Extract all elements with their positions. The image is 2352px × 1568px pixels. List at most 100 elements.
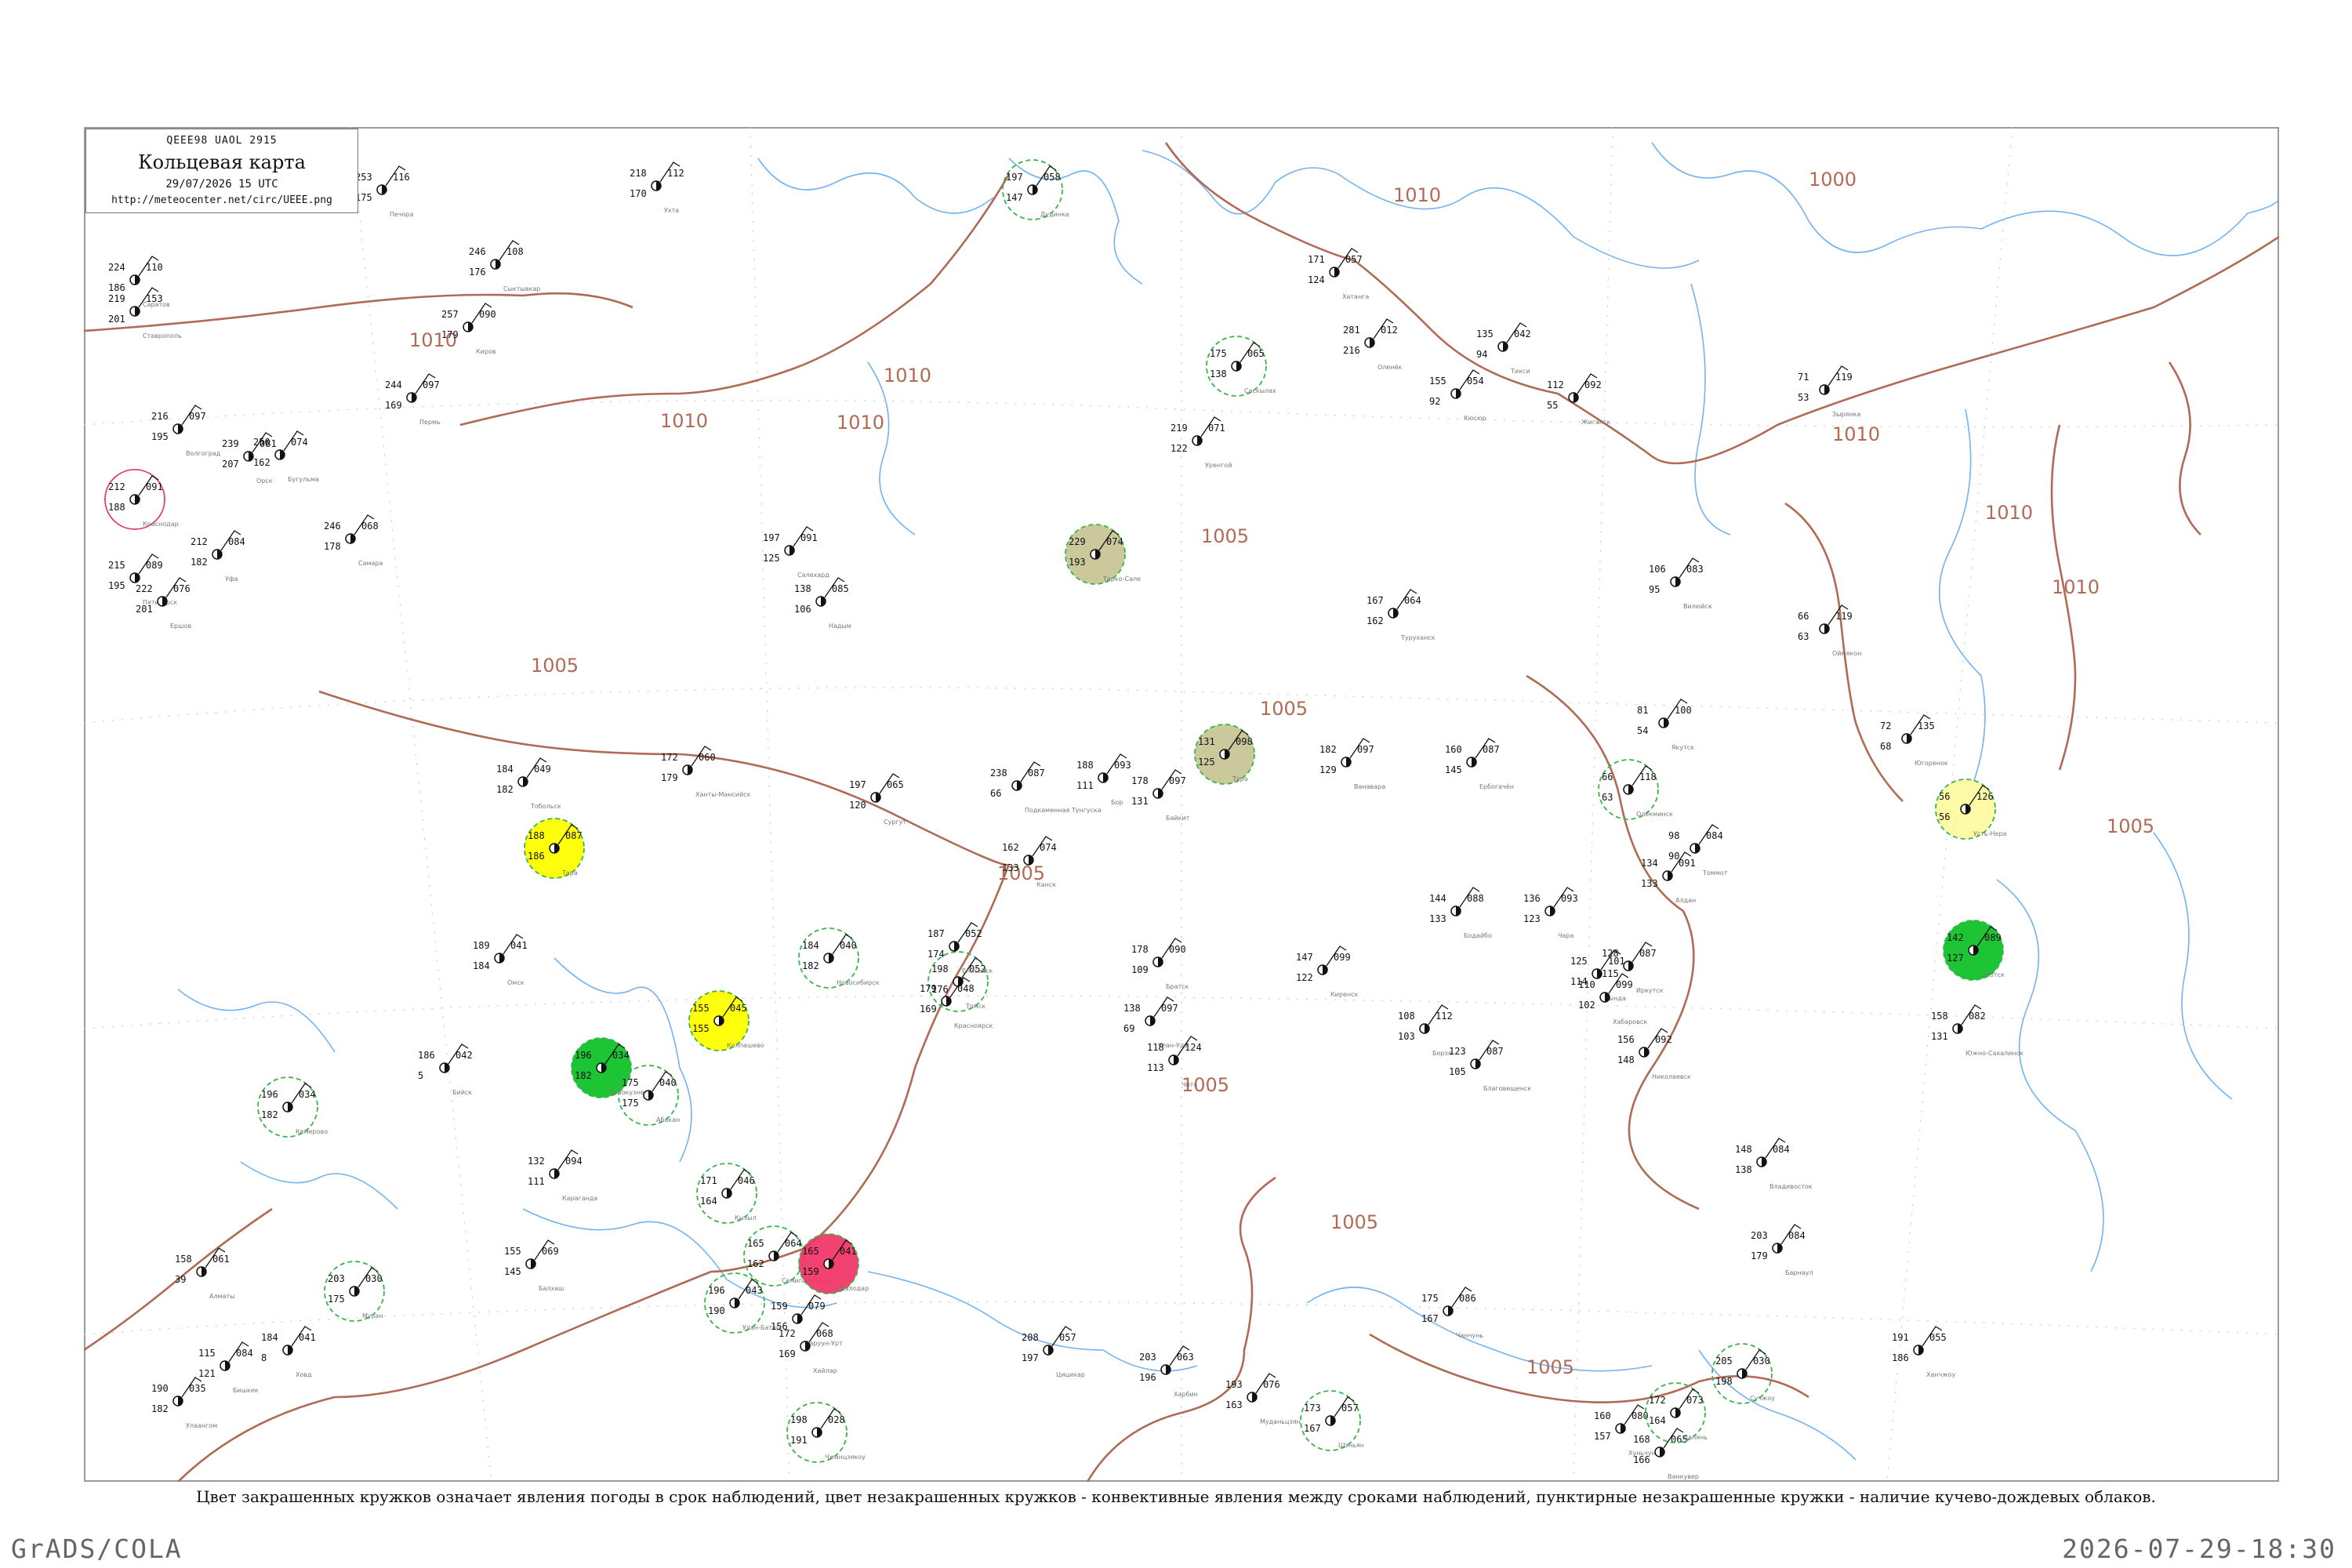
footer-software: GrADS/COLA <box>11 1534 183 1564</box>
station-name: Ховд <box>296 1371 312 1378</box>
station-18: 229 074 193 Тарко-Сале <box>1065 524 1141 585</box>
station-dewpoint: 53 <box>1798 392 1809 403</box>
station-temp: 178 <box>1131 944 1149 955</box>
station-pressure: 012 <box>1381 325 1398 336</box>
station-dewpoint: 111 <box>1076 780 1094 791</box>
station-temp: 218 <box>630 168 647 179</box>
station-pressure: 088 <box>1467 893 1484 904</box>
station-temp: 212 <box>191 536 208 547</box>
station-dewpoint: 155 <box>692 1023 710 1034</box>
map-title: Кольцевая карта <box>138 151 306 173</box>
station-temp: 66 <box>1602 771 1613 782</box>
station-temp: 229 <box>1069 536 1086 547</box>
station-pressure: 063 <box>1177 1352 1194 1363</box>
station-name: Ханчжоу <box>1926 1371 1955 1378</box>
station-dewpoint: 157 <box>1594 1431 1611 1442</box>
station-name: Бор <box>1111 799 1123 806</box>
station-dewpoint: 133 <box>1641 878 1658 889</box>
station-pressure: 087 <box>1483 744 1500 755</box>
legend-caption: Цвет закрашенных кружков означает явлени… <box>196 1487 2156 1506</box>
station-dewpoint: 125 <box>1198 757 1215 768</box>
station-temp: 197 <box>763 532 780 543</box>
station-pressure: 094 <box>565 1156 583 1167</box>
station-pressure: 126 <box>1976 791 1994 802</box>
station-dewpoint: 8 <box>261 1352 267 1363</box>
station-temp: 135 <box>1476 328 1494 339</box>
station-9: 250 074 162 Бугульма <box>253 430 319 483</box>
station-pressure: 041 <box>299 1332 316 1343</box>
isobar-label: 1010 <box>2052 576 2100 598</box>
station-temp: 216 <box>151 411 169 422</box>
station-dewpoint: 138 <box>1735 1164 1752 1175</box>
isobar-label: 1005 <box>1330 1211 1378 1233</box>
station-pressure: 087 <box>565 830 583 841</box>
station-pressure: 112 <box>1436 1011 1453 1022</box>
station-pressure: 100 <box>1675 705 1692 716</box>
station-dewpoint: 5 <box>418 1070 423 1081</box>
station-dewpoint: 175 <box>622 1098 639 1109</box>
station-temp: 186 <box>418 1050 435 1061</box>
station-pressure: 052 <box>965 928 982 939</box>
station-temp: 198 <box>790 1414 808 1425</box>
station-pressure: 119 <box>1835 611 1853 622</box>
station-name: Пермь <box>419 419 441 426</box>
station-19: 219 071 122 Уренгой <box>1171 416 1232 469</box>
station-dewpoint: 92 <box>1429 396 1440 407</box>
station-85: 159 079156Баруун-Урт <box>771 1294 843 1347</box>
station-temp: 110 <box>1578 979 1595 990</box>
station-temp: 189 <box>473 940 490 951</box>
station-temp: 168 <box>1633 1434 1650 1445</box>
station-dewpoint: 169 <box>779 1348 796 1359</box>
station-temp: 138 <box>794 583 811 594</box>
station-pressure: 064 <box>785 1238 802 1249</box>
station-dewpoint: 68 <box>1880 741 1891 752</box>
station-pressure: 135 <box>1918 720 1935 731</box>
station-temp: 115 <box>198 1348 216 1359</box>
station-name: Ершов <box>170 622 191 630</box>
station-name: Охотск <box>1981 971 2005 978</box>
station-pressure: 058 <box>1044 172 1061 183</box>
station-pressure: 074 <box>291 437 308 448</box>
station-dewpoint: 133 <box>1002 862 1019 873</box>
station-23: 281 012 216 Оленёк <box>1343 318 1402 371</box>
station-pressure: 097 <box>189 411 206 422</box>
station-77: 132 094 111 Караганда <box>528 1149 597 1202</box>
station-dewpoint: 193 <box>1069 557 1086 568</box>
station-pressure: 057 <box>1345 254 1363 265</box>
station-temp: 196 <box>708 1285 725 1296</box>
station-temp: 190 <box>151 1383 169 1394</box>
station-pressure: 065 <box>887 779 904 790</box>
station-name: Якутск <box>1671 744 1694 751</box>
station-name: Цицикар <box>1056 1371 1085 1378</box>
station-92: 160 080157Хуньчунь <box>1594 1404 1660 1457</box>
station-dewpoint: 164 <box>700 1196 717 1207</box>
station-pressure: 097 <box>1169 775 1186 786</box>
station-pressure: 090 <box>479 309 496 320</box>
station-dewpoint: 174 <box>927 949 945 960</box>
station-temp: 148 <box>1735 1144 1752 1155</box>
station-20: 197 058 147 Дудинка <box>1002 159 1069 220</box>
station-dewpoint: 170 <box>630 188 647 199</box>
station-dewpoint: 113 <box>1147 1062 1164 1073</box>
station-name: Харбин <box>1174 1391 1198 1398</box>
station-99: 198 028 191 Чжанцзякоу <box>786 1402 866 1463</box>
station-name: Подкаменная Тунгуска <box>1025 807 1102 814</box>
station-33: 160 087 145 Ербогачён <box>1445 738 1514 790</box>
station-dewpoint: 131 <box>1131 796 1149 807</box>
station-dewpoint: 182 <box>191 557 208 568</box>
station-8: 246 068 178 Самара <box>324 514 383 567</box>
station-pressure: 073 <box>1686 1395 1704 1406</box>
station-temp: 172 <box>779 1328 796 1339</box>
station-pressure: 091 <box>800 532 818 543</box>
isobar-label: 1010 <box>1985 502 2033 524</box>
station-6: 222 076 201 Ершов <box>136 577 191 630</box>
station-dewpoint: 186 <box>528 851 545 862</box>
station-dewpoint: 145 <box>504 1266 521 1277</box>
station-pressure: 099 <box>1616 979 1633 990</box>
station-pressure: 060 <box>699 752 716 763</box>
station-dewpoint: 162 <box>253 457 270 468</box>
station-name: Чита <box>1181 1081 1197 1088</box>
station-dewpoint: 169 <box>385 400 402 411</box>
station-name: Красноярск <box>954 1022 993 1029</box>
station-name: Южно-Сахалинск <box>1965 1050 2024 1057</box>
